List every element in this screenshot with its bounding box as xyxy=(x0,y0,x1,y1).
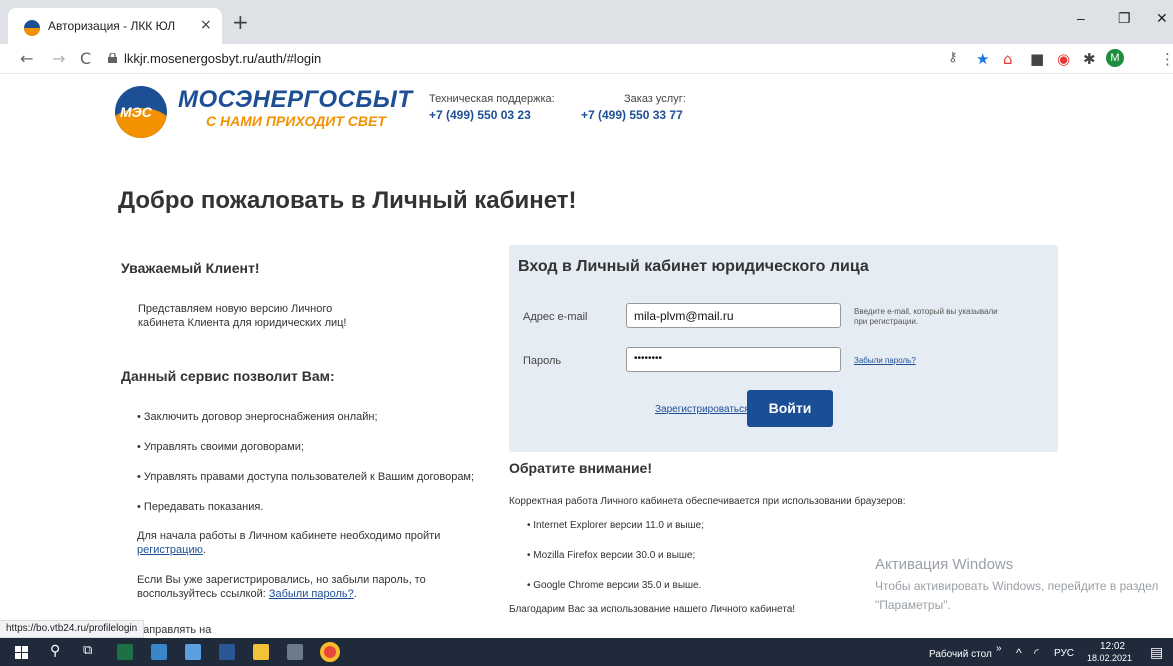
browser-requirement: • Google Chrome версии 35.0 и выше. xyxy=(527,580,702,591)
windows-taskbar: ⚲ ⧉ Рабочий стол » ^ ◜ РУС 12:02 18.02.2… xyxy=(0,638,1173,666)
new-tab-button[interactable]: + xyxy=(232,12,249,32)
extensions-puzzle-icon[interactable]: ✱ xyxy=(1083,50,1096,68)
email-field[interactable]: mila-plvm@mail.ru xyxy=(626,303,841,328)
greeting-heading: Уважаемый Клиент! xyxy=(121,260,260,276)
password-label: Пароль xyxy=(523,355,562,367)
extension-record-icon[interactable]: ◉ xyxy=(1057,50,1070,68)
email-hint: Введите e-mail, который вы указывали при … xyxy=(854,307,998,326)
windows-start-icon[interactable] xyxy=(15,646,28,659)
intro-text-line1: Представляем новую версию Личного xyxy=(138,303,333,315)
login-title: Вход в Личный кабинет юридического лица xyxy=(518,258,869,275)
browser-requirement: • Internet Explorer версии 11.0 и выше; xyxy=(527,520,704,531)
chrome-icon[interactable] xyxy=(320,642,340,662)
word-icon[interactable] xyxy=(219,644,235,660)
network-icon[interactable]: ◜ xyxy=(1034,646,1039,660)
toolbar-chevron-icon[interactable]: » xyxy=(996,643,1002,654)
forward-icon[interactable]: → xyxy=(52,49,65,68)
feature-item: • Управлять своими договорами; xyxy=(137,441,304,453)
registration-link[interactable]: регистрацию xyxy=(137,544,203,556)
login-button[interactable]: Войти xyxy=(747,390,833,427)
key-icon[interactable]: ⚷ xyxy=(948,50,958,65)
clock-date[interactable]: 18.02.2021 xyxy=(1087,653,1132,663)
features-heading: Данный сервис позволит Вам: xyxy=(121,368,335,384)
paint-icon[interactable] xyxy=(185,644,201,660)
feature-item: • Заключить договор энергоснабжения онла… xyxy=(137,411,378,423)
password-field[interactable]: •••••••• xyxy=(626,347,841,372)
registration-text: Для начала работы в Личном кабинете необ… xyxy=(137,530,441,542)
bookmark-star-icon[interactable]: ★ xyxy=(976,50,989,68)
page-title: Добро пожаловать в Личный кабинет! xyxy=(118,187,577,214)
register-link[interactable]: Зарегистрироваться xyxy=(655,404,750,415)
notice-text: Корректная работа Личного кабинета обесп… xyxy=(509,496,906,507)
desktop-label[interactable]: Рабочий стол xyxy=(929,649,992,660)
email-label: Адрес e-mail xyxy=(523,311,588,323)
orders-phone: +7 (499) 550 33 77 xyxy=(581,108,683,122)
language-indicator[interactable]: РУС xyxy=(1054,648,1074,659)
tray-expand-icon[interactable]: ^ xyxy=(1016,646,1022,660)
forgot-password-link[interactable]: Забыли пароль? xyxy=(854,356,916,365)
thanks-text: Благодарим Вас за использование нашего Л… xyxy=(509,604,796,615)
browser-tab[interactable]: Авторизация - ЛКК ЮЛ × xyxy=(8,8,222,44)
browser-toolbar: ← → C lkkjr.mosenergosbyt.ru/auth/#login… xyxy=(0,44,1173,74)
feature-item: • Передавать показания. xyxy=(137,501,264,513)
tab-close-icon[interactable]: × xyxy=(200,17,212,33)
profile-avatar[interactable]: M xyxy=(1106,49,1124,67)
notifications-icon[interactable]: ▤ xyxy=(1150,644,1163,661)
notice-heading: Обратите внимание! xyxy=(509,460,653,476)
minimize-button[interactable]: – xyxy=(1077,10,1085,26)
task-view-icon[interactable]: ⧉ xyxy=(83,643,92,658)
site-favicon-icon xyxy=(24,20,40,36)
registration-text-line2: регистрацию. xyxy=(137,544,206,556)
address-bar-url[interactable]: lkkjr.mosenergosbyt.ru/auth/#login xyxy=(124,51,321,66)
restore-button[interactable]: ❐ xyxy=(1118,10,1131,27)
browser-requirement: • Mozilla Firefox версии 30.0 и выше; xyxy=(527,550,696,561)
forgot-text: Если Вы уже зарегистрировались, но забыл… xyxy=(137,574,426,586)
back-icon[interactable]: ← xyxy=(20,49,33,68)
feature-item: • Управлять правами доступа пользователе… xyxy=(137,471,475,483)
browser-tab-bar: Авторизация - ЛКК ЮЛ × + – ❐ ✕ xyxy=(0,0,1173,44)
support-label: Техническая поддержка: xyxy=(429,93,555,105)
logo-badge-text: МЭС xyxy=(120,104,152,120)
clock-time[interactable]: 12:02 xyxy=(1100,641,1125,652)
forgot-password-link-left[interactable]: Забыли пароль? xyxy=(269,588,354,600)
orders-label: Заказ услуг: xyxy=(624,93,686,105)
excel-icon[interactable] xyxy=(117,644,133,660)
activation-watermark-text: Чтобы активировать Windows, перейдите в … xyxy=(875,579,1159,612)
search-icon[interactable]: ⚲ xyxy=(50,643,60,659)
activation-watermark-title: Активация Windows xyxy=(875,556,1014,573)
support-phone: +7 (499) 550 03 23 xyxy=(429,108,531,122)
cut-off-text: направлять на xyxy=(137,624,212,636)
logo-name[interactable]: МОСЭНЕРГОСБЫТ xyxy=(178,86,413,114)
lock-icon xyxy=(108,53,117,63)
reload-icon[interactable]: C xyxy=(80,49,91,68)
status-bar-url: https://bo.vtb24.ru/profilelogin xyxy=(0,620,145,638)
file-explorer-icon[interactable] xyxy=(253,644,269,660)
forgot-text-line2: воспользуйтесь ссылкой: Забыли пароль?. xyxy=(137,588,357,600)
tab-title: Авторизация - ЛКК ЮЛ xyxy=(48,19,176,33)
menu-kebab-icon[interactable]: ⋮ xyxy=(1160,50,1173,68)
logo-slogan: С НАМИ ПРИХОДИТ СВЕТ xyxy=(206,113,386,129)
calculator-icon[interactable] xyxy=(151,644,167,660)
close-window-button[interactable]: ✕ xyxy=(1156,10,1168,27)
camera-icon[interactable] xyxy=(287,644,303,660)
extension-cloud-icon[interactable]: ⌂ xyxy=(1003,50,1013,68)
intro-text-line2: кабинета Клиента для юридических лиц! xyxy=(138,317,347,329)
extension-mail-icon[interactable]: ■ xyxy=(1030,50,1044,68)
